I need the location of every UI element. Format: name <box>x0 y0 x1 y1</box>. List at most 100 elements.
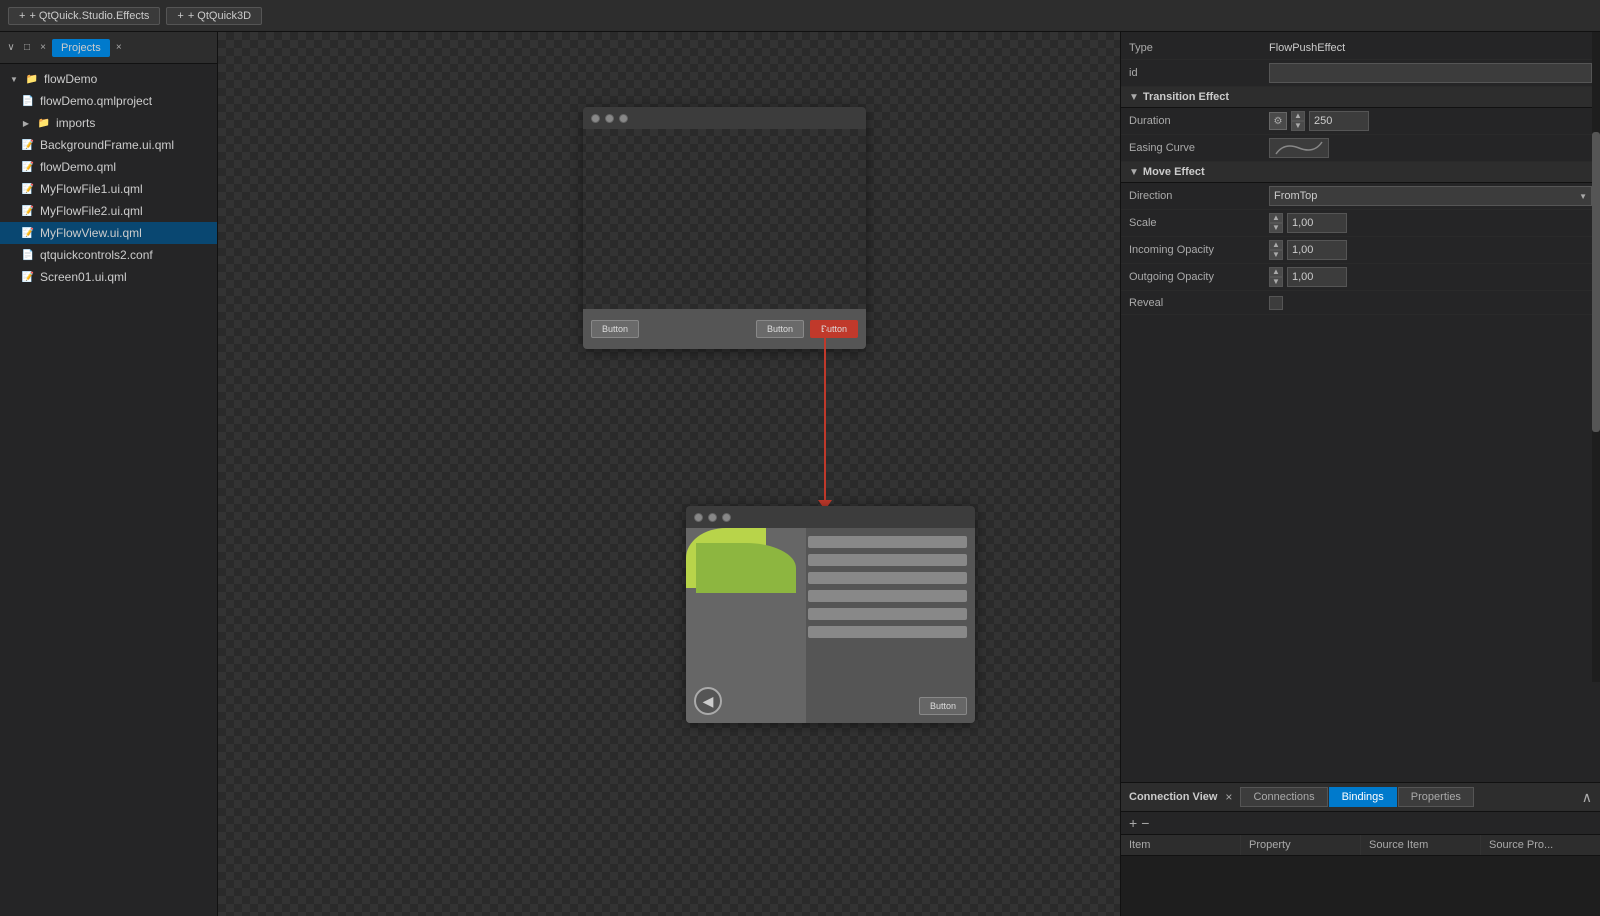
right-scrollbar[interactable] <box>1592 32 1600 682</box>
scale-up[interactable]: ▲ <box>1269 213 1283 223</box>
tree-item-qtquickcontrols[interactable]: 📄 qtquickcontrols2.conf <box>0 244 217 266</box>
connections-tab[interactable]: Connections <box>1240 787 1327 807</box>
tree-item-myflowview[interactable]: 📝 MyFlowView.ui.qml <box>0 222 217 244</box>
screen2-back-btn[interactable]: ◀ <box>694 687 722 715</box>
projects-tab-close[interactable]: × <box>112 41 126 55</box>
duration-spinner[interactable]: ▲ ▼ <box>1291 111 1305 131</box>
bg-frame-label: BackgroundFrame.ui.qml <box>40 138 174 152</box>
outgoing-up[interactable]: ▲ <box>1269 267 1283 277</box>
connection-view-chevron[interactable]: ∧ <box>1582 789 1592 806</box>
easing-curve-btn[interactable] <box>1269 138 1329 158</box>
connection-add-btn[interactable]: + <box>1129 815 1137 831</box>
scale-input[interactable] <box>1287 213 1347 233</box>
duration-up[interactable]: ▲ <box>1291 111 1305 121</box>
flow-screen-1[interactable]: Button Button Button <box>583 107 866 349</box>
screen2-dot3 <box>722 513 731 522</box>
id-input[interactable] <box>1269 63 1592 83</box>
imports-folder-icon: 📁 <box>36 115 52 131</box>
scale-spinner[interactable]: ▲ ▼ <box>1269 213 1283 233</box>
qtquick3d-btn[interactable]: + + QtQuick3D <box>166 7 262 25</box>
imports-arrow: ▶ <box>20 117 32 129</box>
incoming-down[interactable]: ▼ <box>1269 250 1283 260</box>
outgoing-opacity-row: Outgoing Opacity ▲ ▼ <box>1121 264 1600 291</box>
connections-tab-label: Connections <box>1253 791 1314 803</box>
connection-remove-btn[interactable]: − <box>1141 815 1149 831</box>
type-row: Type FlowPushEffect <box>1121 36 1600 60</box>
properties-tab[interactable]: Properties <box>1398 787 1474 807</box>
qtquick-effects-btn[interactable]: + + QtQuick.Studio.Effects <box>8 7 160 25</box>
incoming-input[interactable] <box>1287 240 1347 260</box>
scale-down[interactable]: ▼ <box>1269 223 1283 233</box>
connection-view-header: Connection View × Connections Bindings P… <box>1121 783 1600 812</box>
tree-root-folder[interactable]: ▼ 📁 flowDemo <box>0 68 217 90</box>
tree-item-myflowfile2[interactable]: 📝 MyFlowFile2.ui.qml <box>0 200 217 222</box>
tree-item-screen01[interactable]: 📝 Screen01.ui.qml <box>0 266 217 288</box>
duration-value: ⚙ ▲ ▼ <box>1269 111 1592 131</box>
list-bar-3 <box>808 572 967 584</box>
outgoing-opacity-value: ▲ ▼ <box>1269 267 1592 287</box>
transition-arrow: ▼ <box>1129 92 1139 103</box>
easing-curve-row: Easing Curve <box>1121 135 1600 162</box>
tree-item-myflowfile1[interactable]: 📝 MyFlowFile1.ui.qml <box>0 178 217 200</box>
qtquick3d-label: + QtQuick3D <box>188 10 251 22</box>
scrollbar-thumb[interactable] <box>1592 132 1600 432</box>
incoming-spinner[interactable]: ▲ ▼ <box>1269 240 1283 260</box>
move-effect-title: Move Effect <box>1143 166 1205 178</box>
screen2-dot2 <box>708 513 717 522</box>
reveal-row: Reveal <box>1121 291 1600 315</box>
screen1-btn2[interactable]: Button <box>756 320 804 338</box>
connection-tabs: Connections Bindings Properties <box>1240 787 1474 807</box>
bindings-tab[interactable]: Bindings <box>1329 787 1397 807</box>
move-effect-section[interactable]: ▼ Move Effect <box>1121 162 1600 183</box>
duration-down[interactable]: ▼ <box>1291 121 1305 131</box>
tree-item-qmlproject[interactable]: 📄 flowDemo.qmlproject <box>0 90 217 112</box>
projects-tab[interactable]: Projects <box>52 39 110 57</box>
flow-connector <box>824 327 826 502</box>
sidebar-pin-btn[interactable]: □ <box>20 41 34 55</box>
file-icon-qmlproject: 📄 <box>20 93 36 109</box>
duration-input[interactable] <box>1309 111 1369 131</box>
imports-label: imports <box>56 116 95 130</box>
tree-item-flowdemo[interactable]: 📝 flowDemo.qml <box>0 156 217 178</box>
list-bar-5 <box>808 608 967 620</box>
scale-label: Scale <box>1129 217 1269 229</box>
connection-view-close[interactable]: × <box>1225 790 1232 804</box>
qml-icon-bg: 📝 <box>20 137 36 153</box>
screen1-btn3[interactable]: Button <box>810 320 858 338</box>
id-row: id <box>1121 60 1600 87</box>
myflowfile1-label: MyFlowFile1.ui.qml <box>40 182 143 196</box>
outgoing-spinner[interactable]: ▲ ▼ <box>1269 267 1283 287</box>
direction-dropdown-text: FromTop <box>1274 190 1317 202</box>
tree-item-backgroundframe[interactable]: 📝 BackgroundFrame.ui.qml <box>0 134 217 156</box>
sidebar-collapse-btn[interactable]: ∨ <box>4 41 18 55</box>
connection-table-body <box>1121 856 1600 916</box>
duration-row: Duration ⚙ ▲ ▼ <box>1121 108 1600 135</box>
duration-gear-btn[interactable]: ⚙ <box>1269 112 1287 130</box>
outgoing-input[interactable] <box>1287 267 1347 287</box>
screen2-ok-btn-container: Button <box>919 697 967 715</box>
back-btn-icon: ◀ <box>703 693 714 710</box>
projects-tab-label: Projects <box>61 42 101 54</box>
reveal-checkbox[interactable] <box>1269 296 1283 310</box>
plus-icon: + <box>19 10 25 22</box>
flow-screen-2[interactable]: ◀ Button <box>686 506 975 723</box>
incoming-up[interactable]: ▲ <box>1269 240 1283 250</box>
direction-dropdown[interactable]: FromTop ▼ <box>1269 186 1592 206</box>
file-icon-qtquick: 📄 <box>20 247 36 263</box>
sidebar-tab-bar: ∨ □ × Projects × <box>0 32 217 64</box>
col-property: Property <box>1241 835 1361 855</box>
screen1-titlebar <box>583 107 866 129</box>
green-shape <box>696 543 796 593</box>
bindings-tab-label: Bindings <box>1342 791 1384 803</box>
properties-tab-label: Properties <box>1411 791 1461 803</box>
screen1-btn1[interactable]: Button <box>591 320 639 338</box>
screen2-ok-button[interactable]: Button <box>919 697 967 715</box>
transition-effect-section[interactable]: ▼ Transition Effect <box>1121 87 1600 108</box>
list-bar-6 <box>808 626 967 638</box>
plus-icon-2: + <box>177 10 183 22</box>
tree-item-imports[interactable]: ▶ 📁 imports <box>0 112 217 134</box>
design-canvas[interactable]: Button Button Button <box>218 32 1120 916</box>
connection-table-header: Item Property Source Item Source Pro... <box>1121 835 1600 856</box>
sidebar-close-btn[interactable]: × <box>36 41 50 55</box>
outgoing-down[interactable]: ▼ <box>1269 277 1283 287</box>
